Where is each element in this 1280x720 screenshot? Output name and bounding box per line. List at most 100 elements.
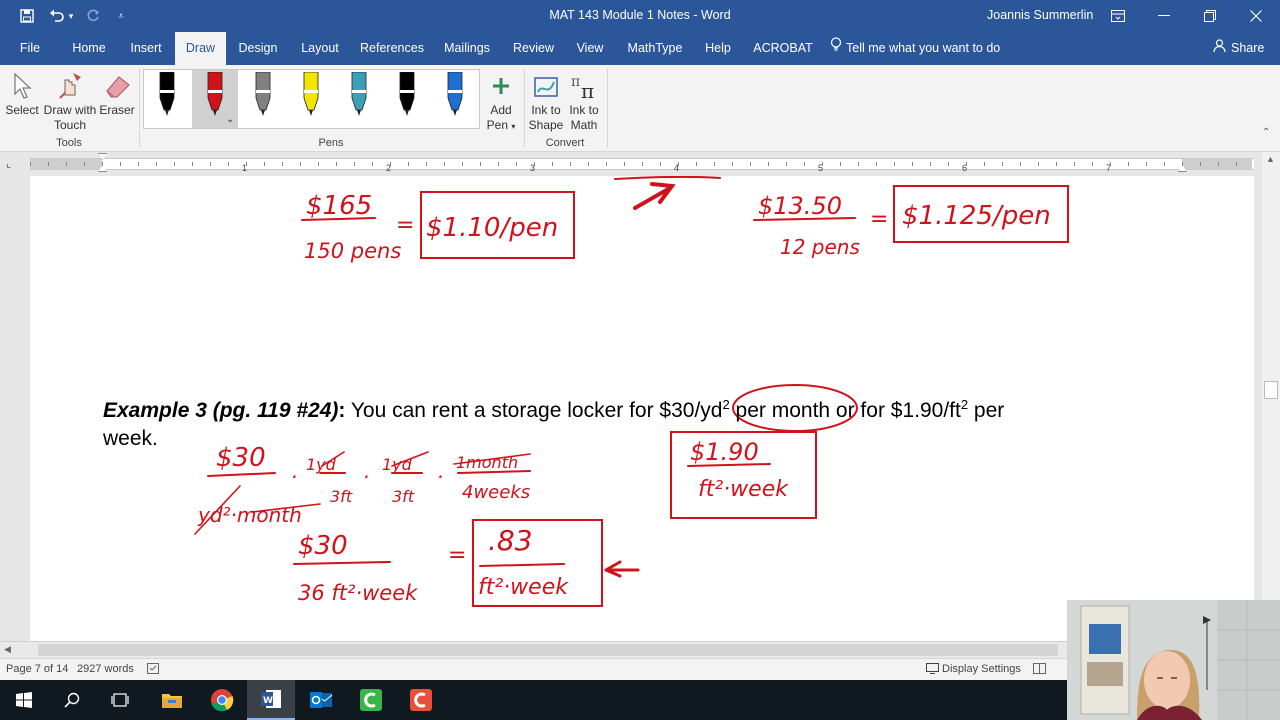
minimize-icon[interactable] — [1141, 0, 1187, 32]
ink-to-shape-button[interactable]: Ink to Shape — [527, 69, 565, 133]
ruler-tick — [840, 162, 841, 166]
ruler-tick — [966, 162, 967, 166]
page-count[interactable]: Page 7 of 14 — [6, 663, 68, 675]
windows-start-icon[interactable] — [0, 680, 48, 720]
ruler-tick — [498, 162, 499, 166]
tell-me-search[interactable]: Tell me what you want to do — [830, 32, 1000, 65]
ruler-tick — [246, 162, 247, 166]
share-button[interactable]: Share — [1213, 32, 1264, 65]
eraser-button[interactable]: Eraser — [98, 69, 136, 118]
ruler-tick — [1182, 162, 1183, 166]
read-mode-icon[interactable] — [1033, 663, 1046, 677]
select-button[interactable]: Select — [4, 69, 40, 118]
user-name[interactable]: Joannis Summerlin — [987, 8, 1093, 22]
ink-to-shape-label-1: Ink to — [531, 103, 561, 117]
ink-text: . — [292, 459, 298, 483]
outlook-icon[interactable] — [297, 680, 345, 720]
add-pen-button[interactable]: Add Pen ▾ — [481, 69, 521, 134]
pen-options-chevron-icon[interactable]: ⌄ — [226, 114, 234, 125]
ink-text: $1.10/pen — [426, 213, 558, 243]
ribbon-tabs: File Home Insert Draw Design Layout Refe… — [0, 32, 1280, 65]
display-settings-icon[interactable] — [926, 663, 939, 677]
task-view-icon[interactable] — [96, 680, 144, 720]
ink-stroke — [614, 176, 721, 180]
proofing-icon[interactable] — [147, 663, 159, 677]
tab-layout[interactable]: Layout — [293, 32, 347, 65]
pen-black-2[interactable] — [384, 70, 430, 128]
ruler-tick — [372, 162, 373, 166]
tab-review[interactable]: Review — [507, 32, 560, 65]
ink-to-math-label-2: Math — [570, 118, 598, 132]
save-icon[interactable] — [14, 0, 40, 32]
tab-insert[interactable]: Insert — [122, 32, 170, 65]
ink-to-math-button[interactable]: ππ Ink to Math — [565, 69, 603, 133]
search-icon[interactable] — [48, 680, 96, 720]
ruler-tick — [930, 162, 931, 166]
tab-file[interactable]: File — [10, 32, 50, 65]
tab-draw[interactable]: Draw — [175, 32, 226, 65]
ruler-tick — [804, 162, 805, 166]
tab-home[interactable]: Home — [64, 32, 114, 65]
draw-with-touch-button[interactable]: Draw with Touch — [42, 69, 98, 133]
word-icon[interactable]: W — [247, 680, 295, 720]
ink-text: yd²·month — [197, 503, 302, 527]
ruler-tick — [1128, 162, 1129, 166]
vertical-scroll-thumb[interactable] — [1264, 381, 1278, 399]
ink-fraction-bar — [293, 561, 391, 565]
redo-icon[interactable] — [80, 0, 106, 32]
lightbulb-icon — [830, 32, 842, 65]
restore-icon[interactable] — [1187, 0, 1233, 32]
display-settings-label[interactable]: Display Settings — [942, 663, 1021, 675]
vertical-scrollbar[interactable]: ▲ — [1262, 152, 1280, 641]
example-3-line2[interactable]: week. — [103, 427, 158, 451]
ruler-bar[interactable]: 1 2 3 4 5 6 7 — [30, 153, 1254, 173]
file-explorer-icon[interactable] — [148, 680, 196, 720]
ink-text: 36 ft²·week — [298, 581, 418, 605]
tab-help[interactable]: Help — [698, 32, 738, 65]
scroll-left-icon[interactable]: ◀ — [4, 644, 11, 655]
ruler-tick — [1038, 162, 1039, 166]
tab-selector-icon[interactable]: ⌞ — [6, 157, 11, 170]
cursor-arrow-icon — [4, 69, 40, 103]
chrome-icon[interactable] — [198, 680, 246, 720]
pen-black-1[interactable] — [144, 70, 190, 128]
pen-gray-pencil[interactable] — [240, 70, 286, 128]
tab-mathtype[interactable]: MathType — [620, 32, 690, 65]
ruler-tick — [84, 162, 85, 166]
undo-dropdown-icon[interactable]: ▾ — [64, 0, 78, 32]
ink-text: 150 pens — [304, 239, 401, 263]
highlighter-yellow[interactable] — [288, 70, 334, 128]
ruler-tick — [552, 162, 553, 166]
camtasia-recorder-icon[interactable] — [397, 680, 445, 720]
tab-references[interactable]: References — [357, 32, 427, 65]
scroll-up-icon[interactable]: ▲ — [1266, 154, 1275, 164]
pen-galaxy[interactable] — [336, 70, 382, 128]
tab-view[interactable]: View — [570, 32, 610, 65]
ribbon-display-options-icon[interactable] — [1095, 0, 1141, 32]
camtasia-icon[interactable] — [347, 680, 395, 720]
webcam-feed-image — [1067, 600, 1280, 720]
superscript: 2 — [960, 397, 969, 412]
horizontal-scroll-thumb[interactable] — [38, 644, 1058, 656]
example-text-3: per — [968, 399, 1005, 422]
tab-design[interactable]: Design — [232, 32, 284, 65]
word-count[interactable]: 2927 words — [77, 663, 134, 675]
ruler-tick — [426, 162, 427, 166]
customize-icon[interactable]: ⩡ — [108, 0, 134, 32]
ruler-tick — [228, 162, 229, 166]
ruler-tick — [876, 162, 877, 166]
ink-to-shape-icon — [527, 69, 565, 103]
convert-group-label: Convert — [545, 137, 585, 149]
ruler-tick — [786, 162, 787, 166]
ink-fraction-bar — [479, 563, 565, 567]
ruler-tick — [516, 162, 517, 166]
example-text-2: per month or for $1.90/ft — [729, 399, 961, 422]
pen-blue[interactable] — [432, 70, 478, 128]
example-3-paragraph[interactable]: Example 3 (pg. 119 #24): You can rent a … — [103, 397, 1004, 423]
close-icon[interactable] — [1233, 0, 1279, 32]
collapse-ribbon-icon[interactable]: ⌃ — [1262, 127, 1270, 138]
ruler-tick — [1110, 162, 1111, 166]
tab-acrobat[interactable]: ACROBAT — [750, 32, 816, 65]
document-page[interactable]: $165 150 pens = $1.10/pen $13.50 12 pens… — [30, 176, 1254, 641]
tab-mailings[interactable]: Mailings — [437, 32, 497, 65]
